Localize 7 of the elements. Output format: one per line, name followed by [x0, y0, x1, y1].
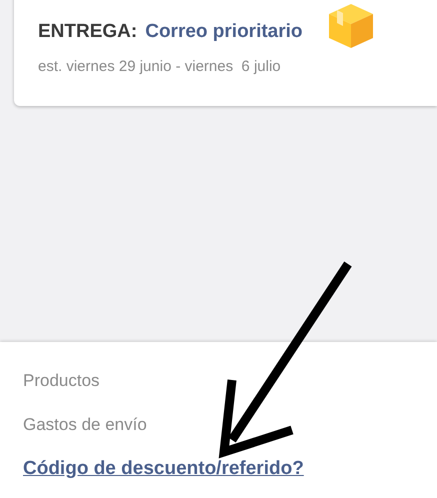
- delivery-estimate: est. viernes 29 junio - viernes 6 julio: [38, 57, 282, 77]
- discount-code-link[interactable]: Código de descuento/referido?: [23, 458, 304, 480]
- summary-label: Gastos de envío: [23, 414, 147, 436]
- box-icon: [326, 2, 375, 50]
- delivery-method: Correo prioritario: [145, 20, 303, 44]
- summary-label: Productos: [23, 370, 100, 392]
- delivery-label: ENTREGA:: [38, 20, 138, 44]
